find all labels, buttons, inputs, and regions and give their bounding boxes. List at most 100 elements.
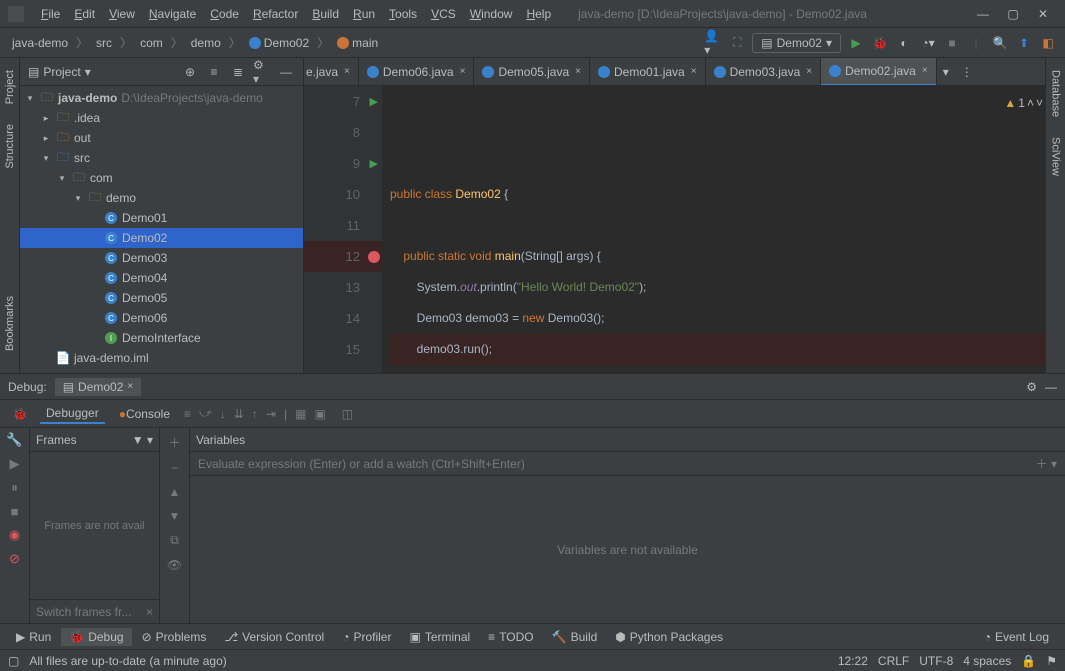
tabs-more-icon[interactable]: ⋮ bbox=[955, 65, 978, 79]
tool-tab-bookmarks[interactable]: Bookmarks bbox=[2, 292, 18, 355]
breadcrumb-src[interactable]: src bbox=[92, 34, 116, 52]
step-over-icon[interactable]: ⤻ bbox=[199, 406, 212, 421]
gutter-line[interactable]: 10 bbox=[304, 179, 382, 210]
close-button[interactable]: ✕ bbox=[1029, 4, 1057, 24]
down-icon[interactable]: ▼ bbox=[169, 509, 181, 523]
bottom-tab-todo[interactable]: ≡TODO bbox=[480, 628, 541, 646]
bottom-tab-python-packages[interactable]: ⬢Python Packages bbox=[607, 628, 731, 646]
menu-help[interactable]: Help bbox=[519, 7, 558, 21]
show-watches-icon[interactable]: 👁 bbox=[167, 558, 182, 572]
editor-tab[interactable]: Demo01.java× bbox=[590, 58, 706, 86]
editor-inspection-status[interactable]: ▲ 1 ˄ ˅ bbox=[1004, 88, 1043, 119]
menu-code[interactable]: Code bbox=[203, 7, 246, 21]
tree-row[interactable]: CDemo02 bbox=[20, 228, 303, 248]
rerun-icon[interactable]: 🐞 bbox=[8, 407, 32, 421]
hide-panel-icon[interactable]: — bbox=[277, 63, 295, 81]
code-line[interactable]: Demo03 demo03 = new Demo03(); bbox=[390, 303, 1045, 334]
close-tab-icon[interactable]: × bbox=[691, 66, 697, 77]
bottom-tab-event-log[interactable]: ◔Event Log bbox=[976, 628, 1057, 646]
tree-row[interactable]: ▸🗀.idea bbox=[20, 108, 303, 128]
close-tab-icon[interactable]: × bbox=[922, 65, 928, 76]
debug-session-tab[interactable]: ▤ Demo02 × bbox=[55, 378, 142, 396]
layout-icon[interactable]: ◫ bbox=[342, 407, 353, 421]
maximize-button[interactable]: ▢ bbox=[999, 4, 1027, 24]
tree-row[interactable]: ▾🗀com bbox=[20, 168, 303, 188]
tree-row[interactable]: CDemo03 bbox=[20, 248, 303, 268]
minimize-button[interactable]: — bbox=[969, 4, 997, 24]
settings-icon[interactable]: ⚙ ▾ bbox=[253, 63, 271, 81]
stop-icon[interactable]: ■ bbox=[11, 504, 19, 519]
resume-icon[interactable]: ▶ bbox=[10, 456, 20, 472]
step-into-icon[interactable]: ↓ bbox=[220, 407, 226, 421]
code-line[interactable]: demo03.run(); bbox=[390, 334, 1045, 365]
gutter-line[interactable]: 13 bbox=[304, 272, 382, 303]
gutter-line[interactable]: 11 bbox=[304, 210, 382, 241]
editor-code[interactable]: ▲ 1 ˄ ˅ public class Demo02 { public sta… bbox=[382, 86, 1045, 373]
project-tree[interactable]: ▾🗀java-demoD:\IdeaProjects\java-demo▸🗀.i… bbox=[20, 86, 303, 373]
status-notify-icon[interactable]: ▢ bbox=[8, 654, 19, 668]
copy-icon[interactable]: ⧉ bbox=[170, 533, 179, 548]
bottom-tab-debug[interactable]: 🐞Debug bbox=[61, 628, 131, 646]
gutter-line[interactable]: 15 bbox=[304, 334, 382, 365]
menu-build[interactable]: Build bbox=[305, 7, 346, 21]
user-icon[interactable]: 👤▾ bbox=[704, 34, 722, 52]
close-tab-icon[interactable]: × bbox=[575, 66, 581, 77]
tree-row[interactable]: ▾🗀src bbox=[20, 148, 303, 168]
breadcrumb-project[interactable]: java-demo bbox=[8, 34, 72, 52]
tree-row[interactable]: CDemo01 bbox=[20, 208, 303, 228]
step-out-icon[interactable]: ↑ bbox=[252, 407, 258, 421]
chevron-down-icon[interactable]: ▾ bbox=[85, 65, 91, 79]
tree-row[interactable]: CDemo05 bbox=[20, 288, 303, 308]
run-config-selector[interactable]: ▤ Demo02 ▾ bbox=[752, 33, 841, 53]
code-line[interactable]: public class Demo02 { bbox=[390, 179, 1045, 210]
editor-tab[interactable]: Demo03.java× bbox=[706, 58, 822, 86]
hide-panel-icon[interactable]: — bbox=[1045, 380, 1057, 394]
menu-file[interactable]: File bbox=[34, 7, 67, 21]
run-gutter-icon[interactable]: ▶ bbox=[370, 95, 378, 108]
view-breakpoints-icon[interactable]: ◉ bbox=[9, 527, 20, 543]
tool-tab-project[interactable]: Project bbox=[2, 66, 18, 108]
up-icon[interactable]: ▲ bbox=[169, 485, 181, 499]
tab-debugger[interactable]: Debugger bbox=[40, 404, 105, 424]
profile-button[interactable]: ◔▾ bbox=[919, 34, 937, 52]
editor-tab[interactable]: Demo02.java× bbox=[821, 58, 937, 86]
code-line[interactable]: System.out.println("Hello World! Demo02"… bbox=[390, 272, 1045, 303]
menu-window[interactable]: Window bbox=[463, 7, 520, 21]
evaluate-icon[interactable]: ▦ bbox=[295, 407, 306, 421]
breadcrumb-class[interactable]: Demo02 bbox=[245, 34, 313, 52]
debug-button[interactable]: 🐞 bbox=[871, 34, 889, 52]
evaluate-input[interactable]: Evaluate expression (Enter) or add a wat… bbox=[190, 452, 1065, 476]
editor-tab[interactable]: Demo05.java× bbox=[474, 58, 590, 86]
status-notify-bell-icon[interactable]: ⚑ bbox=[1046, 654, 1057, 668]
run-gutter-icon[interactable]: ▶ bbox=[370, 157, 378, 170]
frames-hint[interactable]: Switch frames fr... × bbox=[30, 599, 159, 623]
gutter-line[interactable]: 7▶ bbox=[304, 86, 382, 117]
tree-row[interactable]: ▾🗀java-demoD:\IdeaProjects\java-demo bbox=[20, 88, 303, 108]
prev-highlight-icon[interactable]: ˄ bbox=[1027, 88, 1034, 119]
menu-vcs[interactable]: VCS bbox=[424, 7, 463, 21]
breakpoint-icon[interactable] bbox=[368, 251, 380, 263]
build-icon[interactable]: ⛶ bbox=[728, 34, 746, 52]
code-line[interactable]: public static void main(String[] args) { bbox=[390, 241, 1045, 272]
editor-tab[interactable]: Demo06.java× bbox=[359, 58, 475, 86]
bottom-tab-run[interactable]: ▶Run bbox=[8, 628, 59, 646]
bottom-tab-build[interactable]: 🔨Build bbox=[544, 628, 606, 646]
run-button[interactable]: ▶ bbox=[847, 34, 865, 52]
tab-console[interactable]: ●Console bbox=[113, 405, 176, 423]
trace-icon[interactable]: ▣ bbox=[314, 407, 325, 421]
status-readonly-icon[interactable]: 🔒 bbox=[1021, 654, 1036, 668]
tool-tab-structure[interactable]: Structure bbox=[2, 120, 18, 173]
editor-gutter[interactable]: 7▶89▶101112131415 bbox=[304, 86, 382, 373]
status-encoding[interactable]: UTF-8 bbox=[919, 654, 953, 668]
filter-icon[interactable]: ▼ bbox=[132, 433, 144, 447]
remove-watch-icon[interactable]: − bbox=[171, 461, 178, 475]
editor-tab[interactable]: e.java× bbox=[304, 58, 359, 86]
search-everywhere-icon[interactable]: 🔍 bbox=[991, 34, 1009, 52]
status-eol[interactable]: CRLF bbox=[878, 654, 909, 668]
tool-tab-database[interactable]: Database bbox=[1048, 66, 1064, 121]
breadcrumb-com[interactable]: com bbox=[136, 34, 167, 52]
bottom-tab-version-control[interactable]: ⎇Version Control bbox=[216, 628, 332, 646]
tree-row[interactable]: ▸🗀out bbox=[20, 128, 303, 148]
close-tab-icon[interactable]: × bbox=[344, 66, 350, 77]
run-to-cursor-icon[interactable]: ⇥ bbox=[266, 407, 276, 421]
